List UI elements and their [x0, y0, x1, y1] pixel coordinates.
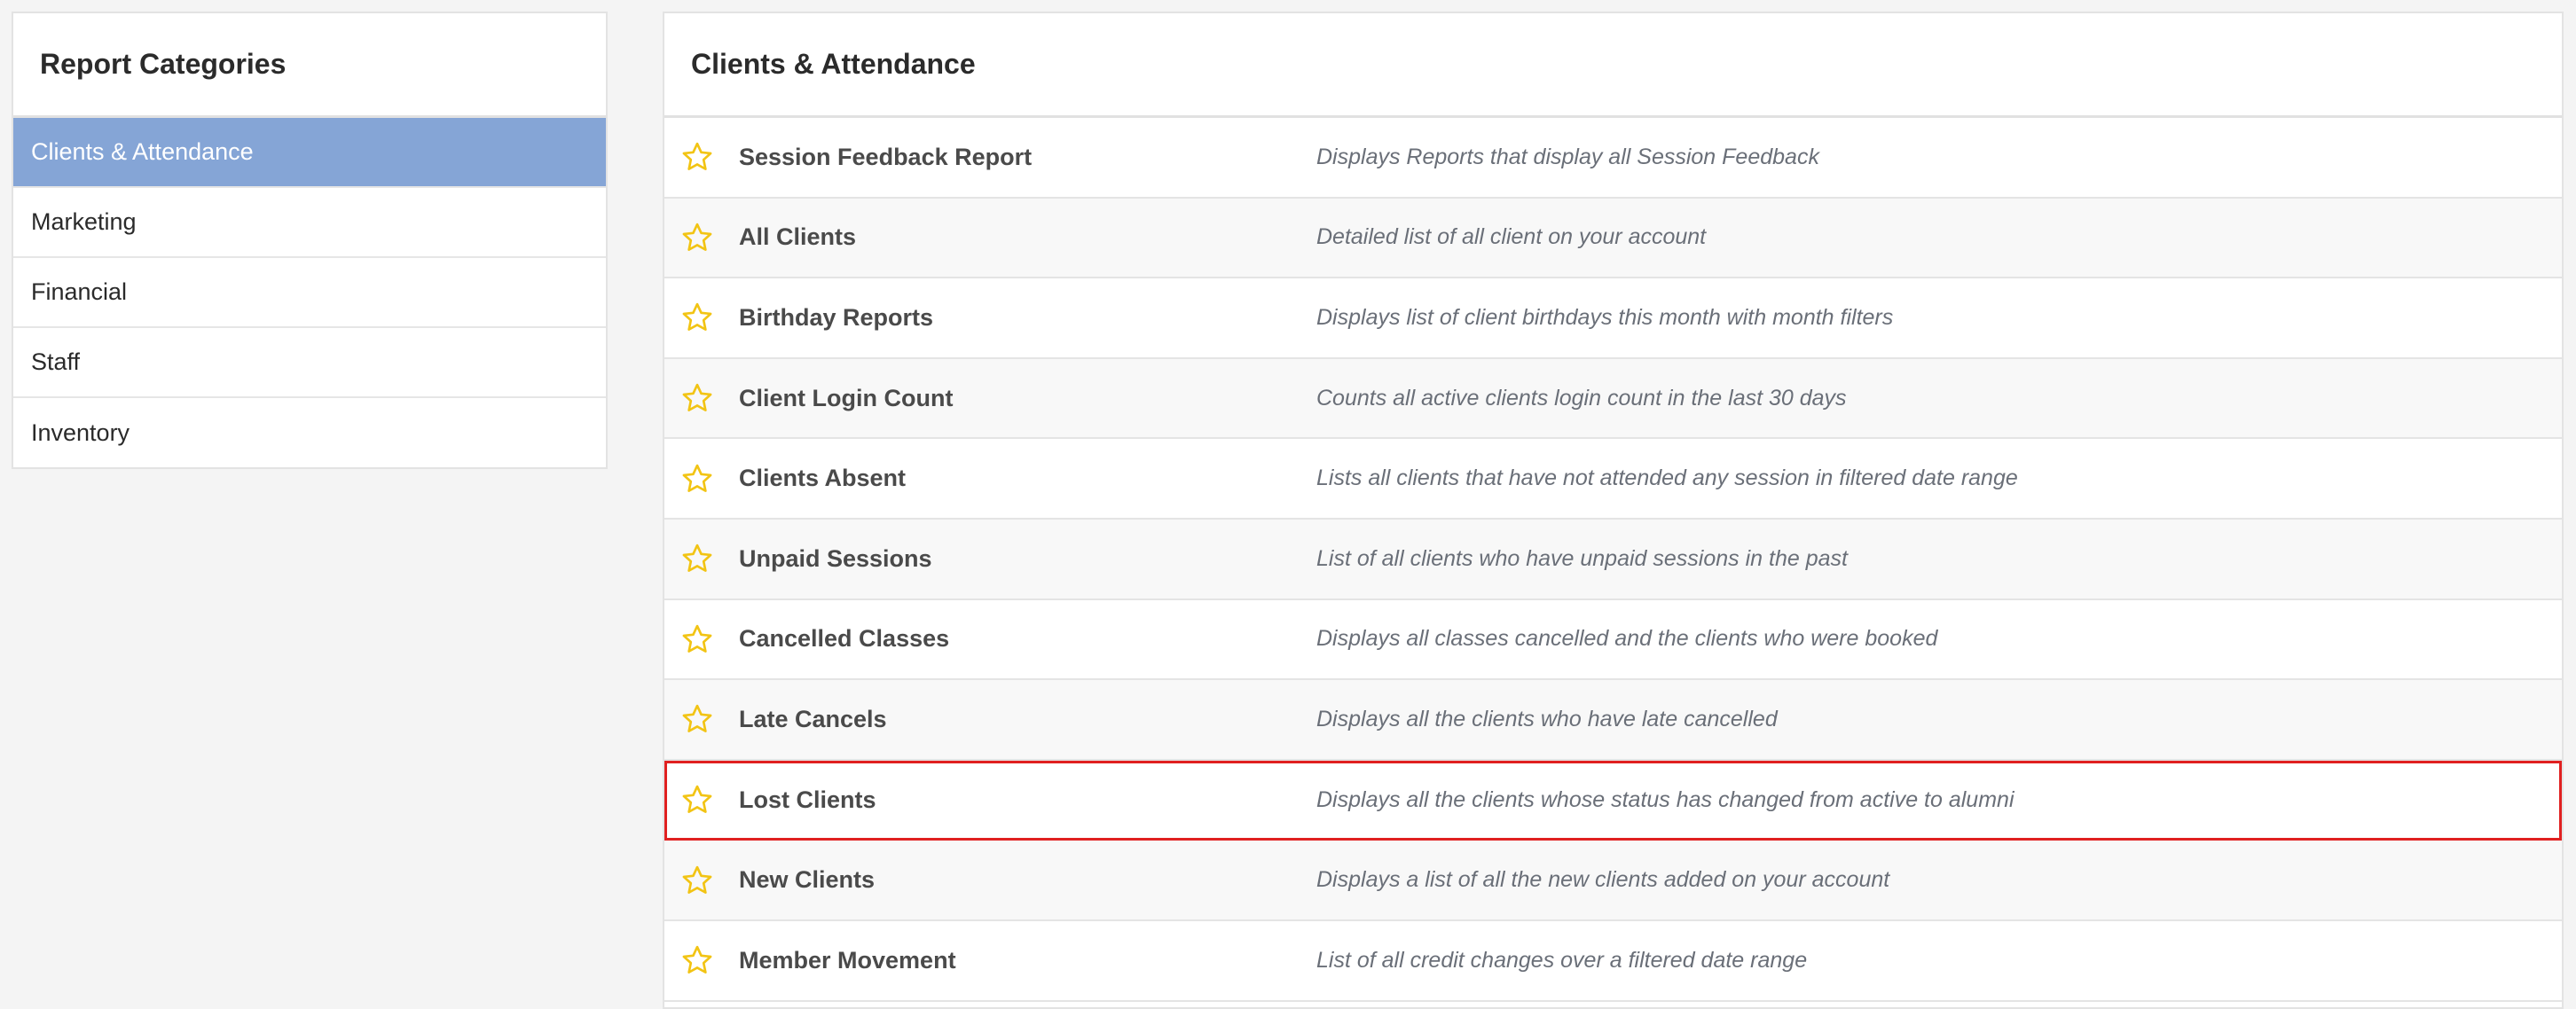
star-icon[interactable]	[680, 622, 714, 656]
report-name[interactable]: Client Login Count	[739, 385, 953, 412]
report-description: Detailed list of all client on your acco…	[1316, 224, 1707, 250]
category-item-clients-attendance[interactable]: Clients & Attendance	[13, 118, 606, 188]
report-name[interactable]: Unpaid Sessions	[739, 545, 932, 573]
report-name[interactable]: Lost Clients	[739, 786, 876, 814]
reports-title: Clients & Attendance	[691, 48, 976, 80]
report-row[interactable]: Lost Clients Displays all the clients who…	[664, 760, 2562, 841]
report-row[interactable]: Client Login Count Counts all active clie…	[664, 358, 2562, 440]
report-description: List of all credit changes over a filter…	[1316, 947, 1808, 973]
report-description: Displays Reports that display all Sessio…	[1316, 144, 1819, 169]
report-name[interactable]: New Clients	[739, 866, 875, 894]
report-categories-title: Report Categories	[40, 48, 287, 80]
report-description: Displays a list of all the new clients a…	[1316, 867, 1890, 893]
star-icon[interactable]	[680, 462, 714, 496]
report-name[interactable]: Late Cancels	[739, 706, 887, 733]
report-categories-panel: Report Categories Clients & Attendance M…	[12, 12, 608, 469]
report-row[interactable]: Member Movement List of all credit change…	[664, 921, 2562, 1002]
category-item-inventory[interactable]: Inventory	[13, 398, 606, 468]
report-name[interactable]: All Clients	[739, 223, 856, 251]
category-item-marketing[interactable]: Marketing	[13, 188, 606, 258]
reports-header: Clients & Attendance	[664, 13, 2562, 118]
category-item-staff[interactable]: Staff	[13, 328, 606, 398]
report-row[interactable]: All Clients Detailed list of all client o…	[664, 198, 2562, 279]
star-icon[interactable]	[680, 864, 714, 897]
report-name[interactable]: Cancelled Classes	[739, 625, 949, 653]
report-name[interactable]: Birthday Reports	[739, 304, 933, 332]
report-description: Displays all the clients who have late c…	[1316, 706, 1778, 731]
report-name[interactable]: Clients Absent	[739, 465, 906, 492]
report-row[interactable]: New Clients Displays a list of all the ne…	[664, 841, 2562, 921]
report-name[interactable]: Session Feedback Report	[739, 144, 1032, 171]
report-description: List of all clients who have unpaid sess…	[1316, 545, 1848, 571]
report-description: Displays list of client birthdays this m…	[1316, 304, 1894, 330]
report-categories-header: Report Categories	[13, 13, 606, 118]
report-row[interactable]: Unpaid Sessions List of all clients who h…	[664, 519, 2562, 600]
report-row[interactable]: Late Cancels Displays all the clients who…	[664, 680, 2562, 761]
report-description: Lists all clients that have not attended…	[1316, 465, 2018, 491]
star-icon[interactable]	[680, 221, 714, 254]
report-row[interactable]: Birthday Reports Displays list of client …	[664, 278, 2562, 359]
report-description: Displays all the clients whose status ha…	[1316, 786, 2014, 812]
category-item-financial[interactable]: Financial	[13, 258, 606, 328]
report-description: Displays all classes cancelled and the c…	[1316, 626, 1938, 652]
report-list: Session Feedback Report Displays Reports …	[664, 118, 2562, 1002]
reports-panel: Clients & Attendance Session Feedback Re…	[663, 12, 2564, 1009]
report-row[interactable]: Session Feedback Report Displays Reports …	[664, 118, 2562, 199]
star-icon[interactable]	[680, 702, 714, 736]
report-description: Counts all active clients login count in…	[1316, 385, 1847, 411]
star-icon[interactable]	[680, 943, 714, 977]
report-row[interactable]: Clients Absent Lists all clients that hav…	[664, 439, 2562, 520]
report-name[interactable]: Member Movement	[739, 947, 956, 974]
star-icon[interactable]	[680, 783, 714, 817]
star-icon[interactable]	[680, 381, 714, 415]
star-icon[interactable]	[680, 301, 714, 334]
star-icon[interactable]	[680, 140, 714, 174]
report-row[interactable]: Cancelled Classes Displays all classes ca…	[664, 600, 2562, 681]
star-icon[interactable]	[680, 542, 714, 575]
